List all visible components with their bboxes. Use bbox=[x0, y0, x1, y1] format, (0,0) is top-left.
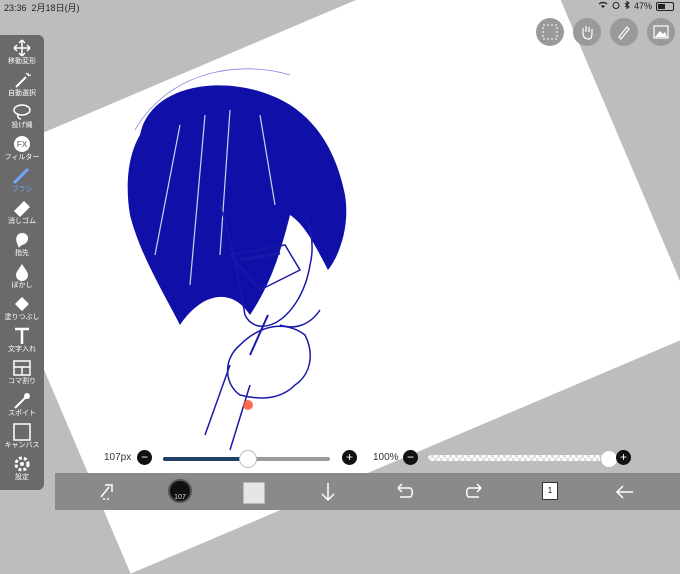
tool-label: 指先 bbox=[15, 250, 29, 257]
tool-brush[interactable]: ブラシ bbox=[0, 165, 44, 197]
tool-lasso[interactable]: 投げ縄 bbox=[0, 101, 44, 133]
layers-icon[interactable]: 1 bbox=[542, 482, 558, 500]
gallery-button[interactable] bbox=[647, 18, 675, 46]
selection-icon bbox=[542, 24, 558, 40]
tool-label: フィルター bbox=[4, 154, 40, 161]
tool-text[interactable]: 文字入れ bbox=[0, 325, 44, 357]
tool-label: 自動選択 bbox=[8, 90, 36, 97]
status-right: 47% bbox=[598, 0, 674, 11]
smudge-icon bbox=[16, 233, 29, 248]
tool-palette: 移動変形 自動選択 投げ縄 FX フィルター ブラシ 消しゴム 指先 ぼかし 塗… bbox=[0, 35, 44, 490]
brush-icon bbox=[12, 167, 30, 185]
tool-filter[interactable]: FX フィルター bbox=[0, 133, 44, 165]
tool-label: 塗りつぶし bbox=[4, 314, 40, 321]
opacity-value: 100% bbox=[373, 452, 399, 463]
tool-label: 文字入れ bbox=[8, 346, 36, 353]
bucket-icon bbox=[15, 297, 29, 311]
tool-move[interactable]: 移動変形 bbox=[0, 37, 44, 69]
brush-size-thumb[interactable] bbox=[238, 450, 257, 468]
bottom-toolbar: 107 1 bbox=[55, 473, 680, 510]
alarm-icon bbox=[612, 1, 620, 11]
bluetooth-icon bbox=[624, 0, 630, 11]
selection-button[interactable] bbox=[536, 18, 564, 46]
brush-size-value: 107px bbox=[104, 452, 132, 463]
tool-magic-wand[interactable]: 自動選択 bbox=[0, 69, 44, 101]
tool-eyedropper[interactable]: スポイト bbox=[0, 389, 44, 421]
wifi-icon bbox=[598, 1, 608, 11]
tool-label: スポイト bbox=[8, 410, 36, 417]
brush-size-decrease-button[interactable]: − bbox=[137, 450, 152, 465]
arrow-down-icon[interactable] bbox=[315, 479, 341, 505]
tool-label: 移動変形 bbox=[8, 58, 36, 65]
eraser-icon bbox=[14, 201, 30, 217]
color-swatch[interactable] bbox=[243, 482, 265, 504]
eyedropper-icon bbox=[14, 393, 30, 409]
opacity-increase-button[interactable]: + bbox=[616, 450, 631, 465]
tool-fill[interactable]: 塗りつぶし bbox=[0, 293, 44, 325]
move-icon bbox=[13, 39, 31, 57]
tool-label: 設定 bbox=[15, 474, 29, 481]
battery-icon bbox=[656, 1, 674, 11]
tool-label: 消しゴム bbox=[8, 218, 36, 225]
brush-preview[interactable]: 107 bbox=[168, 479, 192, 503]
tool-label: ぼかし bbox=[11, 282, 33, 289]
status-time-date: 23:36 2月18日(月) bbox=[4, 1, 80, 14]
undo-icon[interactable] bbox=[390, 479, 416, 505]
tool-label: コマ割り bbox=[8, 378, 36, 385]
fx-icon: FX bbox=[14, 136, 30, 152]
blur-icon bbox=[16, 264, 28, 281]
tool-label: ブラシ bbox=[11, 186, 33, 193]
brush-size-increase-button[interactable]: + bbox=[342, 450, 357, 465]
opacity-decrease-button[interactable]: − bbox=[403, 450, 418, 465]
brush-controls: 107px − + 100% − + bbox=[0, 446, 680, 472]
magic-wand-icon bbox=[15, 72, 32, 88]
tool-frame[interactable]: コマ割り bbox=[0, 357, 44, 389]
lasso-icon bbox=[13, 104, 31, 120]
tool-eraser[interactable]: 消しゴム bbox=[0, 197, 44, 229]
pen-icon bbox=[618, 26, 630, 40]
transform-icon[interactable] bbox=[95, 479, 121, 505]
redo-icon[interactable] bbox=[463, 479, 489, 505]
opacity-slider[interactable] bbox=[428, 455, 608, 461]
tool-blur[interactable]: ぼかし bbox=[0, 261, 44, 293]
text-icon bbox=[15, 327, 29, 344]
image-icon bbox=[653, 25, 669, 39]
artwork bbox=[127, 68, 347, 451]
status-date: 2月18日(月) bbox=[31, 3, 80, 13]
svg-text:FX: FX bbox=[17, 140, 28, 149]
brush-size-fill bbox=[163, 457, 247, 461]
frame-icon bbox=[13, 360, 31, 376]
tool-label: 投げ縄 bbox=[11, 122, 33, 129]
battery-level bbox=[658, 3, 665, 9]
back-icon[interactable] bbox=[612, 479, 638, 505]
tool-smudge[interactable]: 指先 bbox=[0, 229, 44, 261]
canvas-icon bbox=[13, 423, 31, 441]
battery-percent: 47% bbox=[633, 1, 652, 11]
hand-button[interactable] bbox=[573, 18, 601, 46]
hand-icon bbox=[582, 26, 593, 40]
pen-button[interactable] bbox=[610, 18, 638, 46]
status-time: 23:36 bbox=[4, 3, 27, 13]
